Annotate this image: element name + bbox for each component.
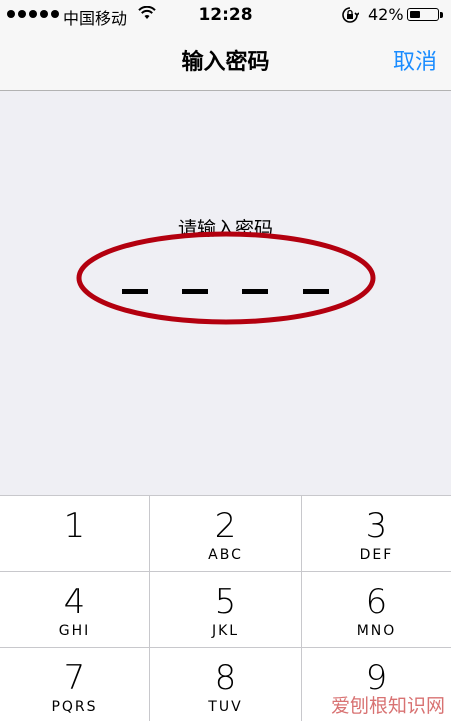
rotation-lock-icon <box>342 7 359 23</box>
key-7[interactable]: 7 PQRS <box>0 648 150 721</box>
key-letters: PQRS <box>51 699 98 715</box>
status-bar: 中国移动 12:28 42% <box>0 0 451 30</box>
key-letters: MNO <box>356 623 397 639</box>
numeric-keypad: 1 2 ABC 3 DEF 4 GHI 5 JKL 6 MNO 7 PQRS 8 TUV 9 <box>0 495 451 721</box>
key-digit: 1 <box>63 506 86 546</box>
key-6[interactable]: 6 MNO <box>302 572 451 648</box>
key-letters: GHI <box>58 623 91 639</box>
key-digit: 7 <box>63 658 86 698</box>
passcode-prompt: 请输入密码 <box>177 218 273 240</box>
key-5[interactable]: 5 JKL <box>150 572 302 648</box>
key-digit: 3 <box>365 506 388 546</box>
key-2[interactable]: 2 ABC <box>150 496 302 572</box>
passcode-digit-slot <box>122 289 148 294</box>
passcode-digit-slot <box>303 289 329 294</box>
battery-percent: 42% <box>368 5 404 24</box>
key-letters: ABC <box>208 547 243 563</box>
key-digit: 5 <box>214 582 237 622</box>
watermark-text: 爱刨根知识网 <box>330 695 445 717</box>
key-digit: 9 <box>365 658 388 698</box>
key-letters: JKL <box>211 623 240 639</box>
battery-icon <box>407 8 439 21</box>
key-letters: TUV <box>208 699 243 715</box>
battery-fill <box>409 10 421 18</box>
passcode-digit-slot <box>242 289 268 294</box>
key-8[interactable]: 8 TUV <box>150 648 302 721</box>
key-3[interactable]: 3 DEF <box>302 496 451 572</box>
key-digit: 2 <box>214 506 237 546</box>
passcode-digit-slot <box>182 289 208 294</box>
battery-tip <box>440 12 443 18</box>
key-1[interactable]: 1 <box>0 496 150 572</box>
navigation-bar: 输入密码 取消 <box>0 30 451 91</box>
key-digit: 8 <box>214 658 237 698</box>
key-letters: DEF <box>359 547 394 563</box>
cancel-button[interactable]: 取消 <box>393 44 437 76</box>
key-digit: 6 <box>365 582 388 622</box>
passcode-field[interactable] <box>114 289 344 295</box>
key-digit: 4 <box>63 582 86 622</box>
page-title: 输入密码 <box>181 50 270 75</box>
key-4[interactable]: 4 GHI <box>0 572 150 648</box>
